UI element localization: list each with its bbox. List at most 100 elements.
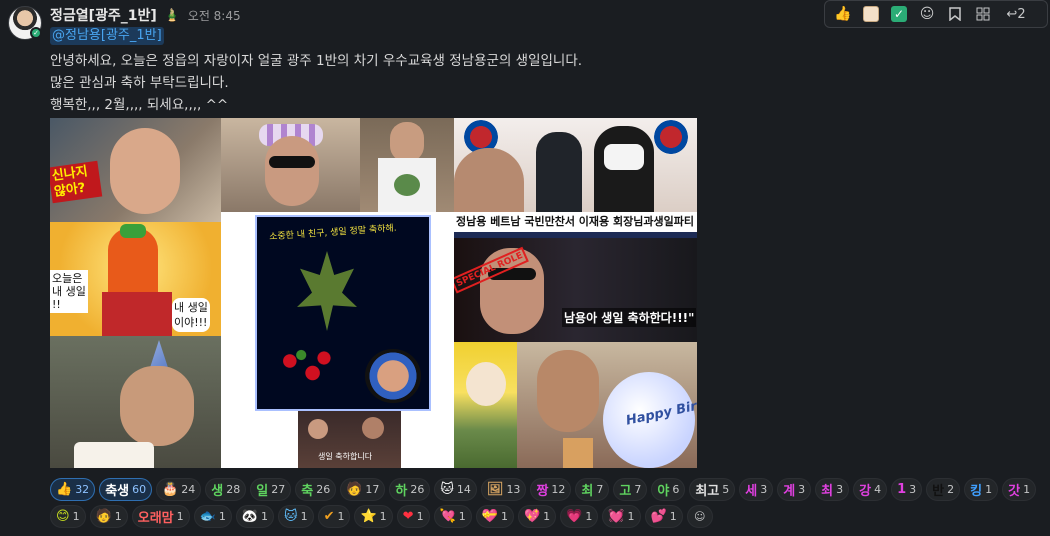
reaction-emoji-icon: 🖼 bbox=[486, 482, 504, 497]
reaction-emoji-icon: 강 bbox=[859, 484, 872, 499]
reaction-chip[interactable]: 💓 1 bbox=[602, 505, 641, 528]
reaction-chip[interactable]: 💗 1 bbox=[560, 505, 599, 528]
reaction-count: 3 bbox=[836, 483, 844, 496]
reaction-count: 3 bbox=[798, 483, 806, 496]
user-mention[interactable]: @정남용[광주_1반] bbox=[50, 27, 164, 45]
collage-tile-candle-photo: 생일 축하합니다 bbox=[298, 411, 401, 468]
reaction-count: 7 bbox=[634, 483, 642, 496]
reaction-chip[interactable]: 💕 1 bbox=[644, 505, 683, 528]
reaction-chip[interactable]: 13 bbox=[891, 478, 923, 501]
reaction-count: 1 bbox=[458, 510, 466, 523]
reaction-emoji-icon: 🐼 bbox=[241, 509, 259, 524]
reaction-count: 1 bbox=[300, 510, 308, 523]
reaction-count: 27 bbox=[271, 483, 286, 496]
reaction-count: 26 bbox=[410, 483, 425, 496]
reaction-chip[interactable]: 짱 12 bbox=[530, 478, 572, 501]
add-reaction-button[interactable]: ☺ bbox=[686, 505, 713, 528]
reply-button[interactable]: ↩ 2 bbox=[999, 3, 1033, 25]
reaction-chip[interactable]: 🧑 17 bbox=[340, 478, 386, 501]
status-emoji-icon[interactable]: 🎍 bbox=[165, 8, 180, 22]
collage-caption-excited: 신나지 않아? bbox=[50, 160, 103, 204]
message-line-3: 행복한,,, 2월,,,, 되세요,,,, ^^ bbox=[50, 97, 229, 113]
reaction-count: 1 bbox=[500, 510, 508, 523]
reaction-emoji-icon: 💗 bbox=[566, 509, 583, 524]
reaction-chip[interactable]: 🐼 1 bbox=[235, 505, 275, 528]
reaction-emoji-icon: 1 bbox=[897, 482, 907, 497]
reaction-chip[interactable]: 갓1 bbox=[1002, 478, 1037, 501]
reaction-chip[interactable]: 🧑 1 bbox=[89, 505, 128, 528]
reaction-emoji-icon: 야 bbox=[657, 484, 670, 499]
reaction-chip[interactable]: 🐱 14 bbox=[434, 478, 477, 501]
sender-name[interactable]: 정금열[광주_1반] bbox=[50, 5, 157, 25]
reaction-emoji-icon: 세 bbox=[745, 484, 758, 499]
reaction-emoji-icon: 🐱 bbox=[440, 482, 454, 497]
reaction-count: 1 bbox=[176, 510, 184, 523]
reactions-bar: 👍 32 축생 60 🎂 24 생 28 일 27 축 26 🧑 17 하 26 🐱 14 🖼 13 짱 12 최 7 고 7 야 6… bbox=[50, 478, 1050, 528]
reaction-chip[interactable]: 🎂 24 bbox=[156, 478, 202, 501]
reaction-chip[interactable]: 👍 32 bbox=[50, 478, 96, 501]
reaction-chip[interactable]: ❤ 1 bbox=[396, 505, 430, 528]
reaction-chip[interactable]: 🐱 1 bbox=[278, 505, 314, 528]
reaction-count: 1 bbox=[585, 510, 593, 523]
reaction-count: 1 bbox=[543, 510, 551, 523]
reaction-count: 17 bbox=[365, 483, 380, 496]
reaction-chip[interactable]: 축생 60 bbox=[99, 478, 153, 501]
reaction-chip[interactable]: 💝 1 bbox=[475, 505, 514, 528]
reaction-count: 7 bbox=[596, 483, 604, 496]
face-icon[interactable] bbox=[859, 3, 883, 25]
reaction-emoji-icon: 🐱 bbox=[284, 509, 298, 524]
concert-caption: 남용아 생일 축하한다!!!" bbox=[562, 308, 697, 327]
reaction-chip[interactable]: 오래맘 1 bbox=[131, 505, 190, 528]
reaction-chip[interactable]: 최3 bbox=[815, 478, 850, 501]
reaction-chip[interactable]: 축 26 bbox=[295, 478, 337, 501]
message: ✓ 정금열[광주_1반] 🎍 오전 8:45 @정남용[광주_1반] 안녕하세요… bbox=[0, 0, 1050, 536]
reply-icon: ↩ bbox=[1006, 6, 1018, 22]
candle-photo-caption: 생일 축하합니다 bbox=[318, 452, 373, 461]
reaction-emoji-icon: 킹 bbox=[970, 484, 983, 499]
reaction-emoji-icon: 갓 bbox=[1008, 484, 1021, 499]
reaction-chip[interactable]: 💘 1 bbox=[433, 505, 472, 528]
reaction-chip[interactable]: 야6 bbox=[651, 478, 686, 501]
reaction-chip[interactable]: 💖 1 bbox=[517, 505, 557, 528]
reaction-emoji-icon: 😊 bbox=[56, 509, 70, 524]
reaction-chip[interactable]: 생 28 bbox=[205, 478, 247, 501]
timestamp[interactable]: 오전 8:45 bbox=[188, 7, 241, 24]
reaction-count: 1 bbox=[218, 510, 226, 523]
reaction-emoji-icon: 최 bbox=[821, 484, 834, 499]
reaction-count: 32 bbox=[75, 483, 90, 496]
reaction-emoji-icon: 축생 bbox=[105, 484, 130, 499]
reaction-chip[interactable]: 고7 bbox=[613, 478, 648, 501]
reaction-count: 1 bbox=[627, 510, 635, 523]
add-reaction-icon[interactable]: ☺ bbox=[915, 3, 939, 25]
reaction-chip[interactable]: 🖼 13 bbox=[480, 478, 527, 501]
reaction-count: 1 bbox=[379, 510, 387, 523]
reaction-chip[interactable]: ⭐ 1 bbox=[354, 505, 393, 528]
grid-icon[interactable] bbox=[971, 3, 995, 25]
birthday-collage-image[interactable]: 신나지 않아? 정남용 베트남 국빈만찬서 이재용 회장님과생일파티 오늘은 내… bbox=[50, 118, 697, 468]
reaction-chip[interactable]: 강4 bbox=[853, 478, 888, 501]
reaction-chip[interactable]: 킹1 bbox=[964, 478, 999, 501]
reaction-count: 1 bbox=[416, 510, 424, 523]
reaction-chip[interactable]: 세3 bbox=[739, 478, 774, 501]
reaction-chip[interactable]: 최고 5 bbox=[689, 478, 736, 501]
thumbs-up-icon[interactable]: 👍 bbox=[831, 3, 855, 25]
reaction-chip[interactable]: 계3 bbox=[777, 478, 812, 501]
reaction-count: 12 bbox=[551, 483, 566, 496]
reaction-count: 1 bbox=[337, 510, 345, 523]
bookmark-icon[interactable] bbox=[943, 3, 967, 25]
cartoon-caption-right: 내 생일 이야!!! bbox=[172, 298, 210, 332]
reaction-count: 28 bbox=[226, 483, 241, 496]
reaction-chip[interactable]: 반2 bbox=[926, 478, 961, 501]
reaction-emoji-icon: ❤ bbox=[402, 509, 414, 524]
checkmark-icon[interactable]: ✓ bbox=[887, 3, 911, 25]
reaction-chip[interactable]: 일 27 bbox=[250, 478, 292, 501]
reaction-chip[interactable]: 하 26 bbox=[389, 478, 431, 501]
reaction-chip[interactable]: 🐟 1 bbox=[193, 505, 232, 528]
reaction-chip[interactable]: 😊 1 bbox=[50, 505, 86, 528]
reaction-chip[interactable]: ✔ 1 bbox=[317, 505, 351, 528]
reaction-chip[interactable]: 최7 bbox=[575, 478, 610, 501]
news-banner-text: 정남용 베트남 국빈만찬서 이재용 회장님과생일파티 bbox=[454, 212, 696, 232]
reaction-emoji-icon: 하 bbox=[395, 484, 408, 499]
reaction-count: 1 bbox=[72, 510, 80, 523]
reaction-count: 1 bbox=[985, 483, 993, 496]
